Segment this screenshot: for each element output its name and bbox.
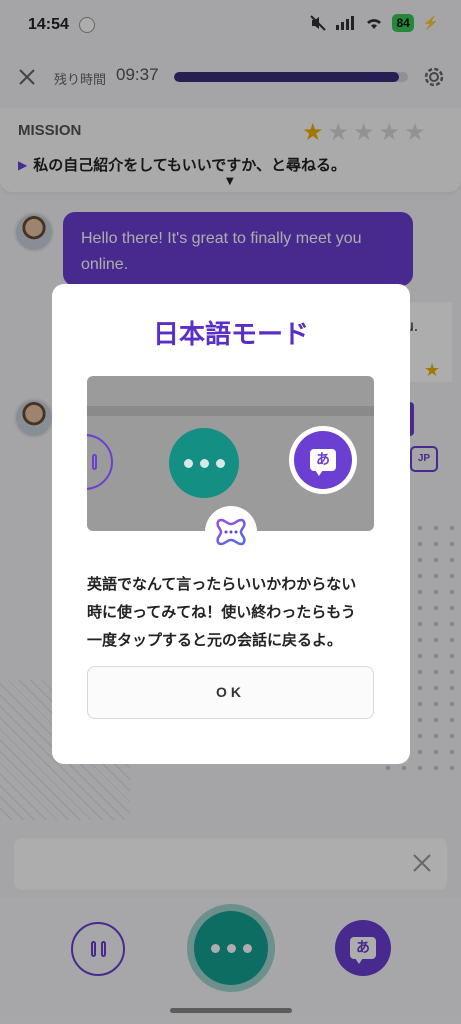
dialog-body-line: 一度タップすると元の会話に戻るよ。 [87,631,343,649]
illustration-pause-icon [87,434,113,490]
japanese-mode-dialog: 日本語モード あ 英語でなんて言ったらいいかわからない 時に使ってみてね！使い終… [52,284,410,764]
dot [215,458,225,468]
pause-bar [92,454,97,470]
speech-bubble-icon: あ [310,449,336,476]
dialog-body: 英語でなんて言ったらいいかわからない 時に使ってみてね！使い終わったらもう 一度… [87,570,387,654]
illustration-japanese-mode-inner: あ [294,431,352,489]
dialog-body-line: 時に使ってみてね！使い終わったらもう [87,603,356,621]
illustration-japanese-mode-icon: あ [289,426,357,494]
logo-shape [216,518,246,546]
dialog-title: 日本語モード [152,320,309,350]
app-logo-icon [205,506,257,558]
dot [199,458,209,468]
illustration-speak-icon [169,428,239,498]
illustration-strip [87,406,374,416]
dot [183,458,193,468]
ok-button[interactable]: OK [87,666,374,719]
dialog-body-line: 英語でなんて言ったらいいかわからない [87,575,357,593]
